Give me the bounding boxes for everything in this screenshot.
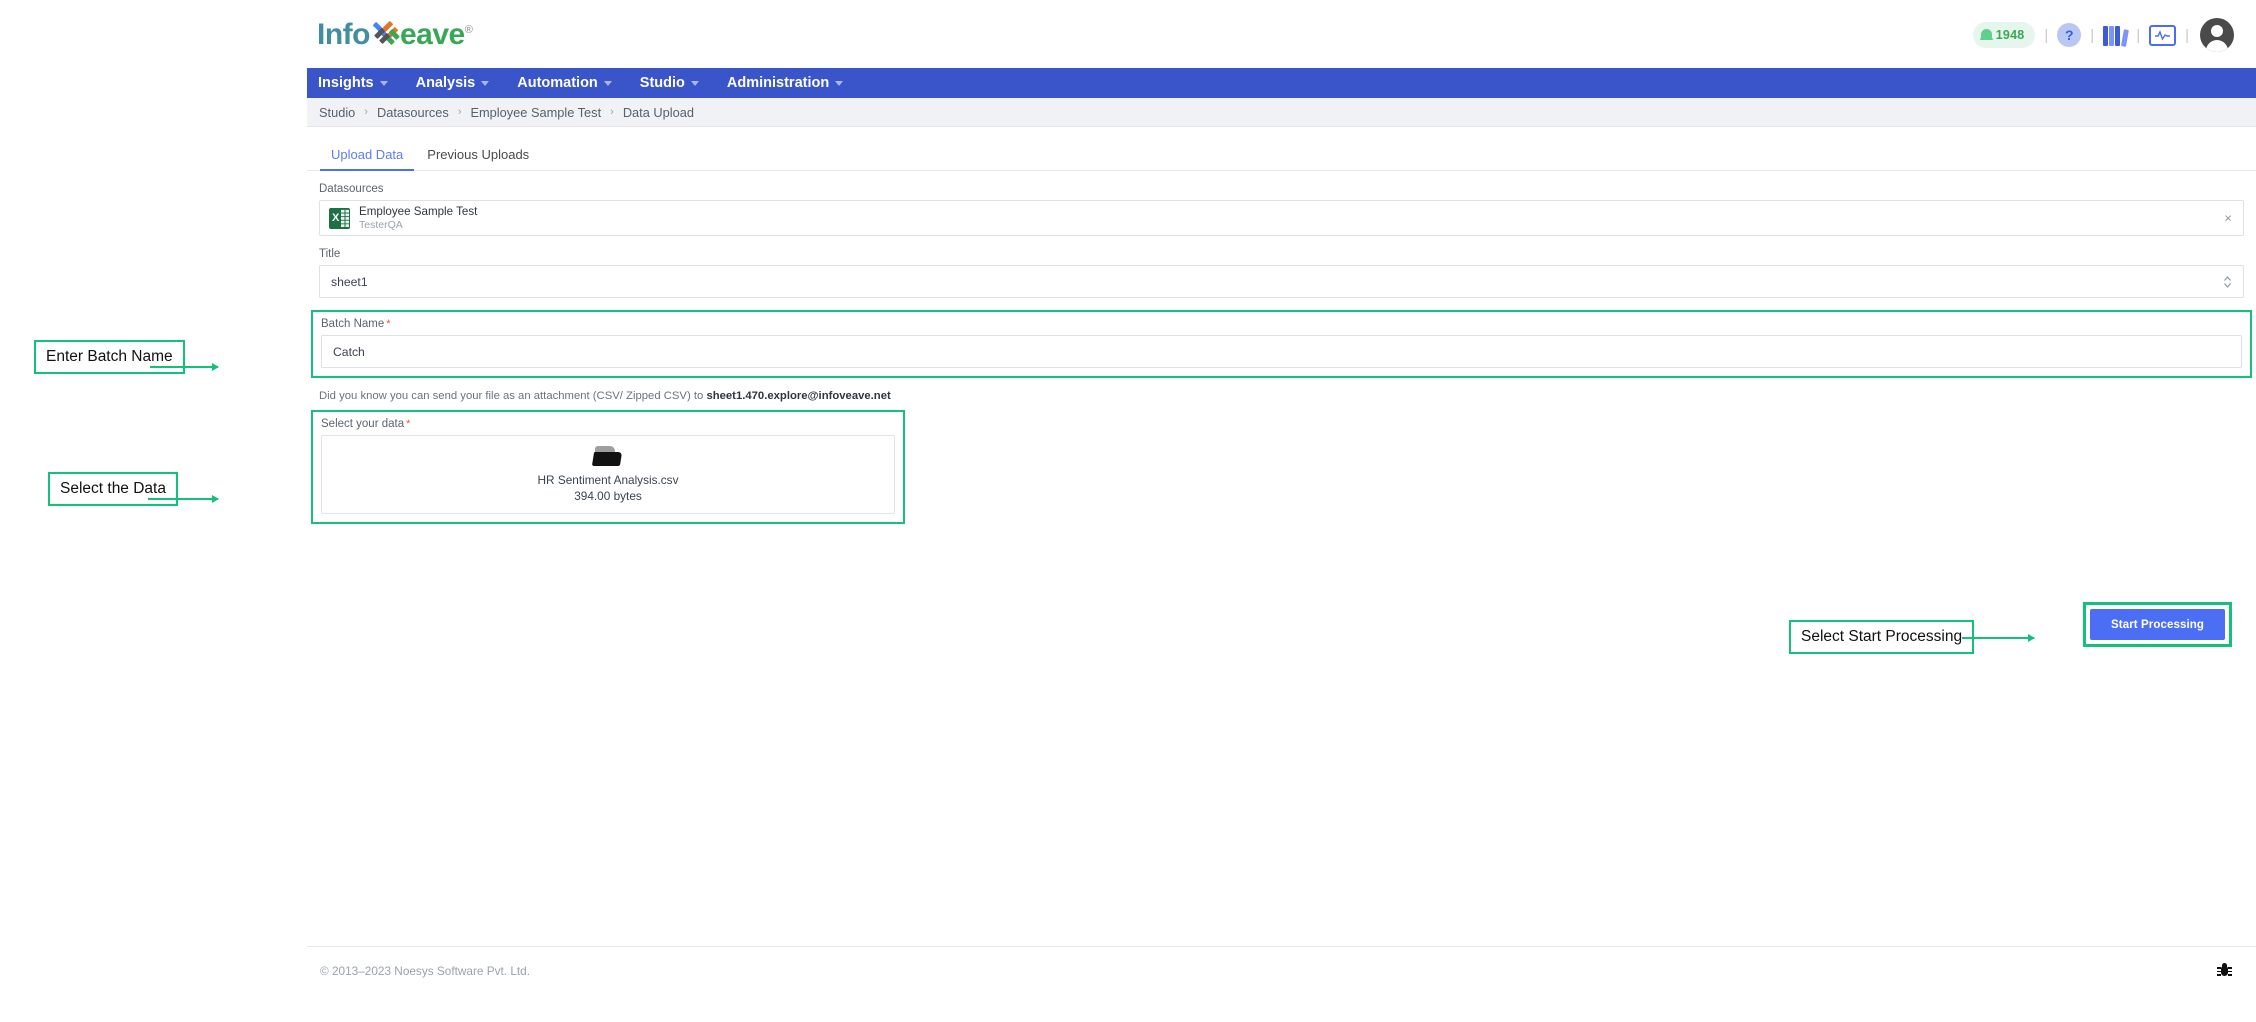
- title-label: Title: [319, 248, 341, 260]
- chevron-down-icon: [481, 80, 490, 86]
- logo-text-info: Info: [317, 18, 370, 51]
- footer: © 2013–2023 Noesys Software Pvt. Ltd.: [307, 946, 2256, 994]
- selected-file-name: HR Sentiment Analysis.csv: [537, 473, 679, 487]
- required-marker: *: [406, 418, 411, 430]
- title-select[interactable]: [319, 265, 2244, 298]
- annotation-select-start-processing: Select Start Processing: [1789, 620, 1975, 654]
- breadcrumb-item-data-upload: Data Upload: [622, 104, 694, 120]
- start-processing-button[interactable]: Start Processing: [2090, 609, 2225, 640]
- nav-label: Studio: [639, 75, 685, 91]
- divider: |: [2044, 26, 2049, 44]
- close-icon[interactable]: ×: [2224, 212, 2232, 225]
- annotation-arrow-start-processing: [1962, 633, 2035, 642]
- datasource-text: Employee Sample Test TesterQA: [359, 205, 477, 231]
- annotation-arrow-select-data: [148, 494, 219, 503]
- nav-label: Administration: [726, 75, 830, 91]
- breadcrumb: Studio › Datasources › Employee Sample T…: [307, 98, 2256, 127]
- datasource-owner: TesterQA: [359, 218, 403, 231]
- email-hint-prefix: Did you know you can send your file as a…: [319, 390, 707, 402]
- folder-icon: [591, 446, 623, 468]
- app-shell: Info eave® 1948 | ? | | | Insights Analy…: [307, 0, 2256, 1022]
- upload-email-address: sheet1.470.explore@infoveave.net: [706, 390, 891, 402]
- email-attachment-hint: Did you know you can send your file as a…: [319, 390, 2244, 402]
- selected-file-size: 394.00 bytes: [574, 489, 642, 503]
- nav-item-automation[interactable]: Automation: [517, 75, 626, 91]
- chevron-down-icon: [379, 80, 388, 86]
- chevron-down-icon: [690, 80, 699, 86]
- activity-monitor-icon[interactable]: [2149, 24, 2177, 46]
- start-processing-highlight: Start Processing: [2083, 602, 2232, 647]
- divider: |: [2185, 26, 2189, 44]
- batch-name-label: Batch Name *: [321, 318, 2242, 330]
- select-data-label: Select your data *: [321, 418, 895, 430]
- nav-item-studio[interactable]: Studio: [640, 75, 713, 91]
- annotation-text: Select the Data: [60, 480, 166, 497]
- annotation-text: Enter Batch Name: [46, 348, 173, 365]
- bug-icon[interactable]: [2217, 963, 2232, 978]
- divider: |: [2136, 26, 2141, 44]
- batch-name-label-text: Batch Name: [321, 318, 385, 330]
- required-marker: *: [386, 318, 391, 330]
- batch-name-field: Batch Name *: [311, 310, 2252, 378]
- tab-upload-data[interactable]: Upload Data: [319, 147, 415, 171]
- breadcrumb-separator: ›: [457, 106, 462, 118]
- library-icon[interactable]: [2103, 24, 2130, 47]
- select-data-field: Select your data * HR Sentiment Analysis.…: [311, 410, 905, 524]
- upload-form: Datasources X Employee Sample Test Teste…: [307, 171, 2256, 647]
- main-navigation: Insights Analysis Automation Studio Admi…: [307, 68, 2256, 98]
- annotation-arrow-batch-name: [150, 362, 219, 371]
- select-data-label-text: Select your data: [321, 418, 405, 430]
- datasources-label: Datasources: [319, 183, 384, 195]
- title-select-wrapper: [319, 265, 2244, 298]
- title-field: Title: [319, 248, 2244, 298]
- datasources-field: Datasources X Employee Sample Test Teste…: [319, 183, 2244, 236]
- datasource-title: Employee Sample Test: [359, 204, 478, 218]
- notification-count: 1948: [1995, 28, 2025, 42]
- copyright-text: © 2013–2023 Noesys Software Pvt. Ltd.: [320, 963, 531, 978]
- chevron-down-icon: [603, 80, 612, 86]
- annotation-enter-batch-name: Enter Batch Name: [34, 340, 185, 374]
- top-bar: Info eave® 1948 | ? | | |: [307, 0, 2256, 68]
- nav-item-analysis[interactable]: Analysis: [416, 75, 504, 91]
- logo-registered-mark: ®: [464, 24, 473, 36]
- infoveave-logo-icon: [370, 20, 400, 50]
- batch-name-input[interactable]: [321, 335, 2242, 368]
- annotation-select-the-data: Select the Data: [48, 472, 178, 506]
- nav-label: Automation: [517, 75, 598, 91]
- tab-bar: Upload Data Previous Uploads: [307, 127, 2256, 171]
- notifications-button[interactable]: 1948: [1972, 22, 2036, 48]
- file-drop-zone[interactable]: HR Sentiment Analysis.csv 394.00 bytes: [321, 435, 895, 514]
- breadcrumb-item-employee-sample-test[interactable]: Employee Sample Test: [470, 105, 601, 120]
- infoveave-logo[interactable]: Info eave®: [317, 18, 473, 51]
- datasource-selected-item[interactable]: X Employee Sample Test TesterQA ×: [319, 200, 2244, 236]
- help-icon[interactable]: ?: [2057, 23, 2082, 47]
- breadcrumb-item-studio[interactable]: Studio: [319, 105, 355, 120]
- breadcrumb-separator: ›: [610, 106, 614, 118]
- top-bar-actions: 1948 | ? | | |: [1972, 18, 2234, 52]
- breadcrumb-item-datasources[interactable]: Datasources: [377, 105, 449, 120]
- user-avatar-icon[interactable]: [2200, 18, 2234, 52]
- excel-icon: X: [329, 207, 350, 229]
- nav-label: Insights: [318, 75, 374, 91]
- chevron-down-icon: [835, 80, 844, 86]
- logo-text-eave: eave: [399, 18, 465, 51]
- divider: |: [2090, 26, 2095, 44]
- tab-previous-uploads[interactable]: Previous Uploads: [415, 147, 541, 170]
- chevron-up-down-icon[interactable]: [2223, 275, 2232, 288]
- breadcrumb-separator: ›: [364, 106, 368, 118]
- bell-icon: [1979, 28, 1993, 43]
- nav-item-insights[interactable]: Insights: [318, 75, 402, 91]
- nav-item-administration[interactable]: Administration: [727, 75, 857, 91]
- nav-label: Analysis: [415, 75, 476, 91]
- annotation-text: Select Start Processing: [1801, 628, 1963, 645]
- screenshot-root: Info eave® 1948 | ? | | | Insights Analy…: [0, 0, 2256, 1022]
